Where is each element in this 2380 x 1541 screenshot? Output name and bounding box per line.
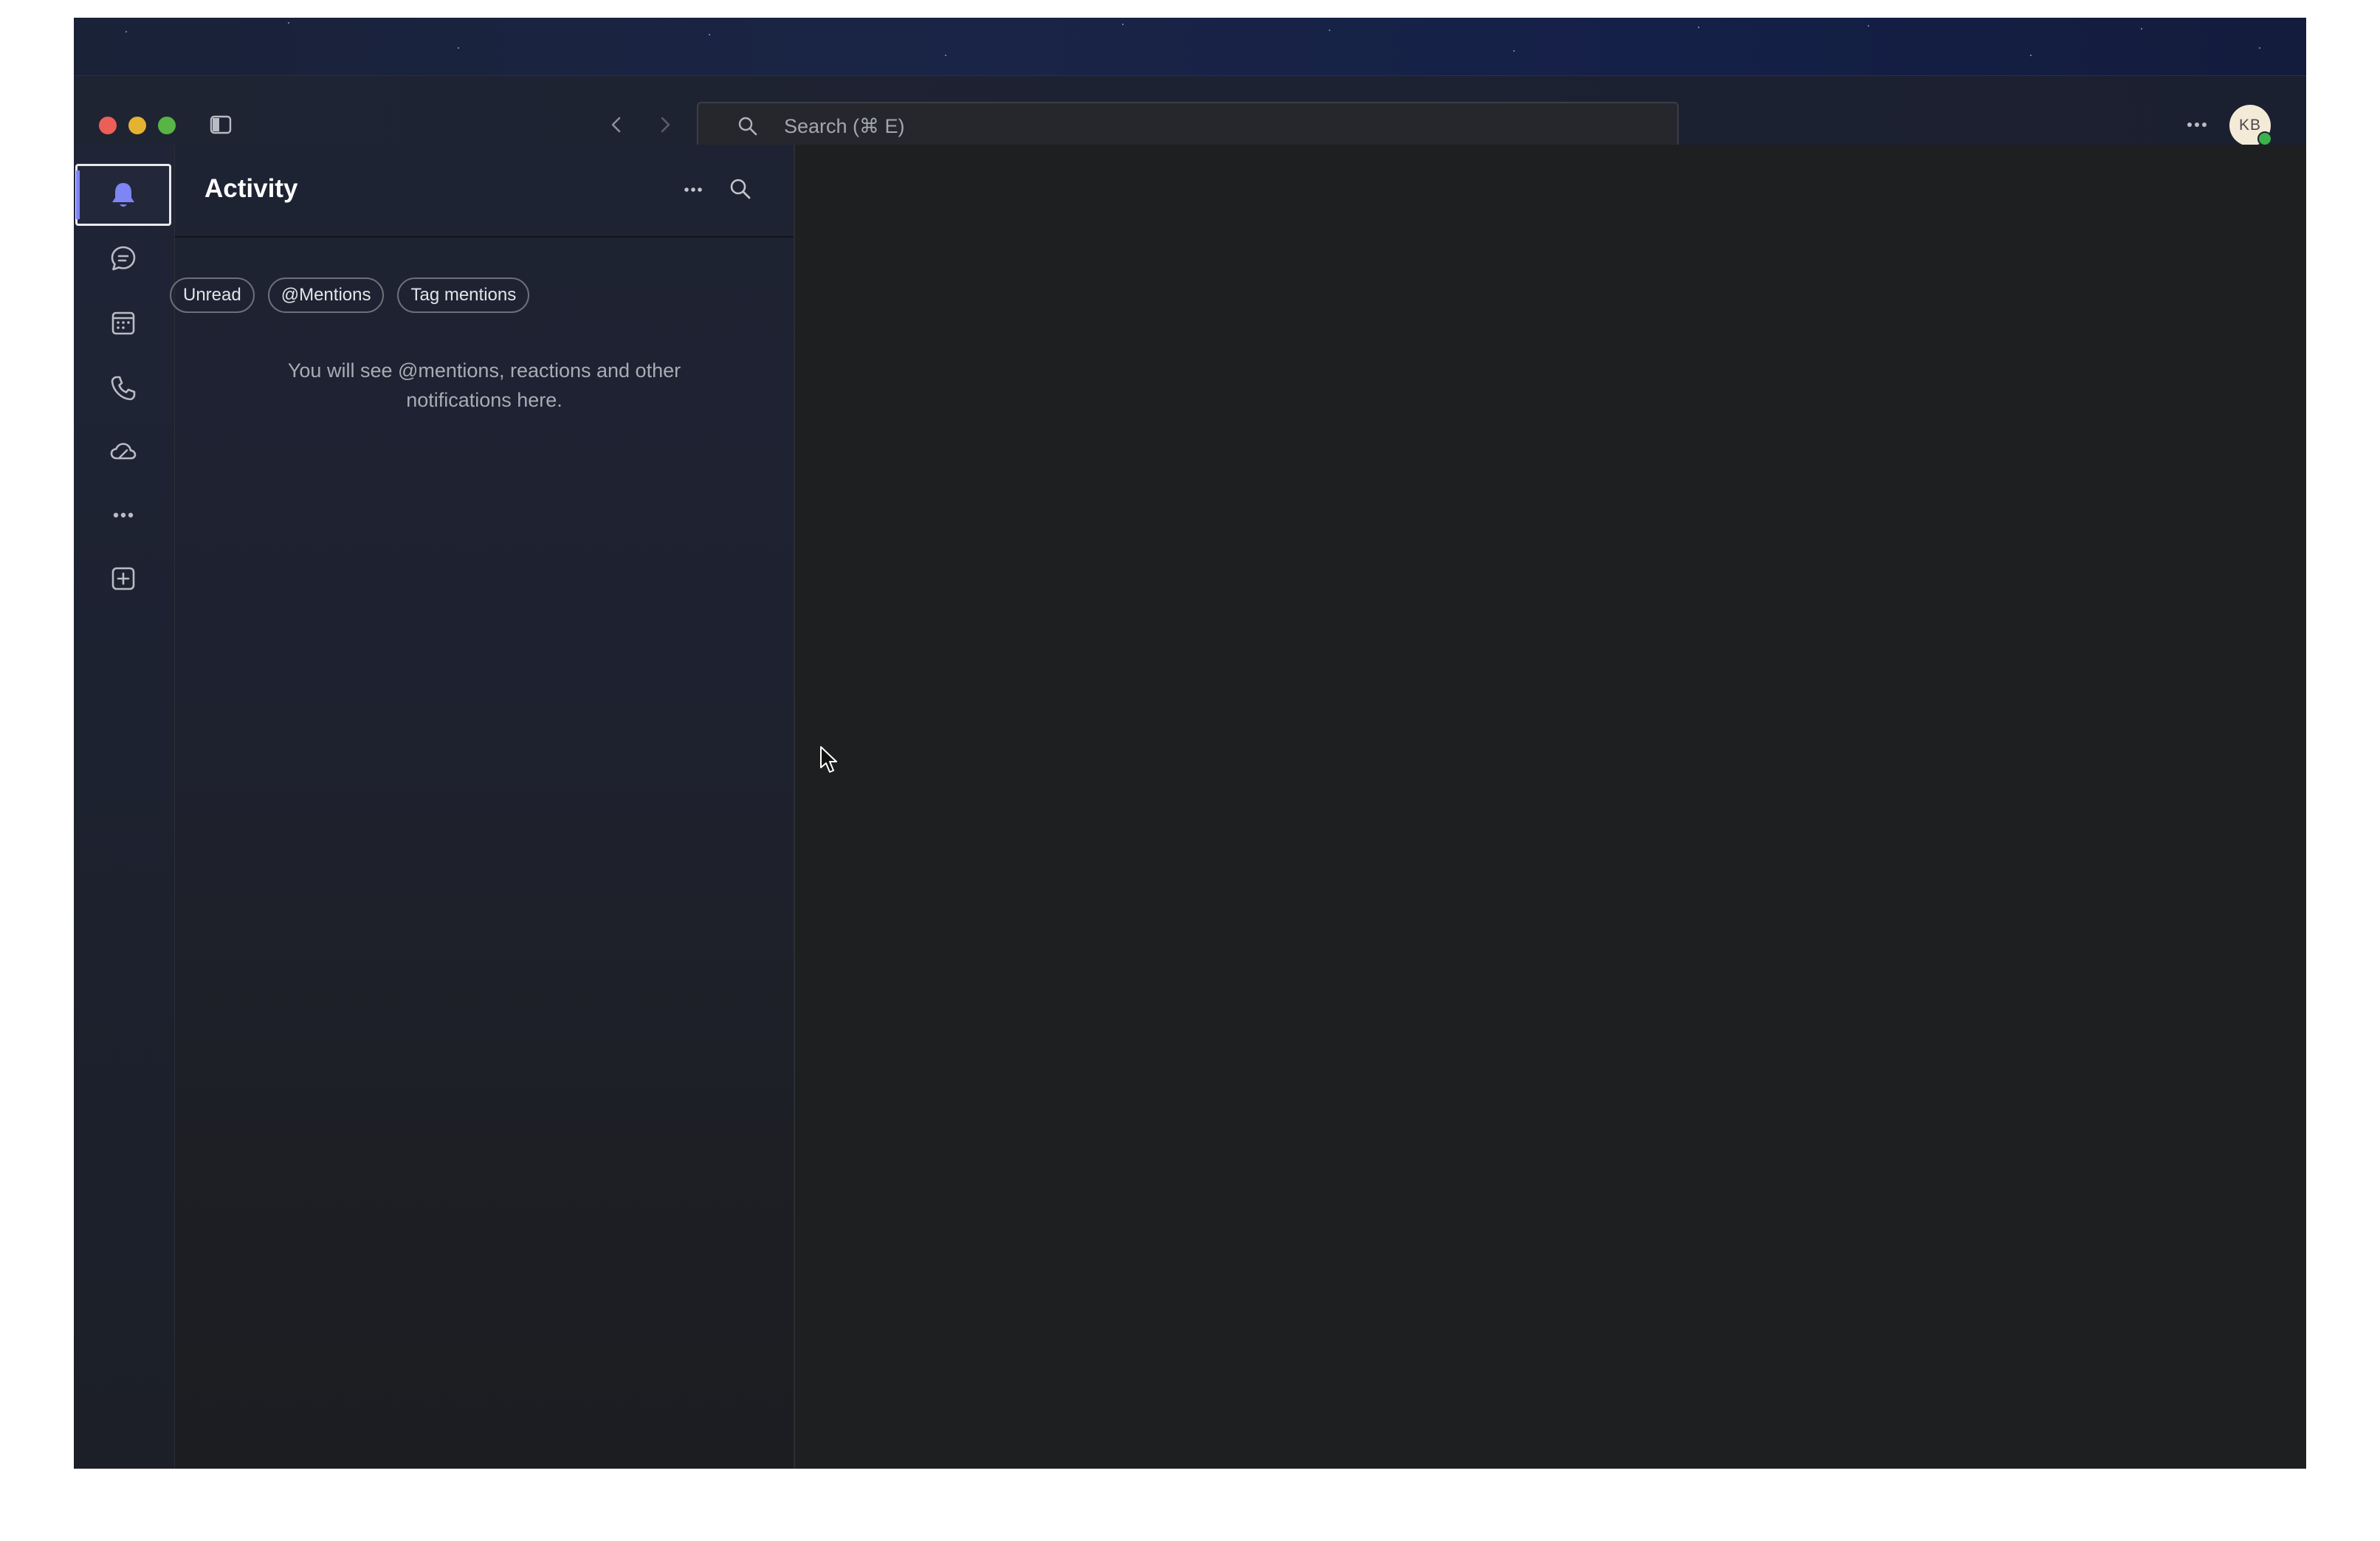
settings-more-icon[interactable] — [2182, 112, 2212, 137]
search-icon — [737, 115, 759, 137]
activity-search-icon[interactable] — [727, 176, 754, 202]
page-title: Activity — [204, 174, 298, 203]
phone-icon — [107, 372, 140, 404]
empty-state-message: You will see @mentions, reactions and ot… — [175, 356, 794, 415]
search-bar[interactable]: Search (⌘ E) — [697, 102, 1679, 149]
add-app-icon — [107, 562, 140, 595]
search-placeholder: Search (⌘ E) — [784, 115, 905, 137]
rail-item-apps[interactable] — [75, 548, 171, 610]
zoom-window-button[interactable] — [158, 117, 176, 134]
chat-icon — [107, 242, 140, 275]
presence-available-badge — [2257, 131, 2272, 146]
bell-icon — [107, 179, 140, 211]
back-arrow-icon[interactable] — [605, 114, 627, 136]
rail-item-onedrive[interactable] — [75, 421, 171, 483]
close-window-button[interactable] — [99, 117, 117, 134]
rail-item-activity[interactable] — [75, 164, 171, 226]
mouse-pointer-icon — [819, 745, 839, 775]
rail-item-calls[interactable] — [75, 357, 171, 419]
sidebar-toggle-icon[interactable] — [210, 115, 232, 134]
rail-item-calendar[interactable] — [75, 292, 171, 354]
rail-item-more-apps[interactable] — [75, 484, 171, 546]
app-window: Search (⌘ E) KB Activity Unread @Mention… — [74, 18, 2306, 1469]
activity-panel-header: Activity — [175, 145, 794, 238]
filter-tag-mentions[interactable]: Tag mentions — [397, 277, 530, 313]
desktop-wallpaper — [74, 18, 2306, 75]
forward-arrow-icon[interactable] — [654, 114, 676, 136]
activity-panel: Activity — [175, 145, 795, 1469]
cloud-icon — [107, 435, 140, 468]
rail-item-chat[interactable] — [75, 227, 171, 289]
calendar-icon — [107, 307, 140, 339]
empty-state-line-2: notifications here. — [406, 389, 563, 411]
more-horizontal-icon — [107, 499, 140, 531]
activity-more-options-icon[interactable] — [678, 179, 708, 201]
minimize-window-button[interactable] — [128, 117, 146, 134]
app-rail — [74, 145, 175, 1469]
activity-filters: Unread @Mentions Tag mentions — [170, 277, 530, 313]
filter-unread[interactable]: Unread — [170, 277, 255, 313]
empty-state-line-1: You will see @mentions, reactions and ot… — [287, 359, 681, 382]
main-content — [795, 145, 2306, 1469]
filter-mentions[interactable]: @Mentions — [267, 277, 385, 313]
